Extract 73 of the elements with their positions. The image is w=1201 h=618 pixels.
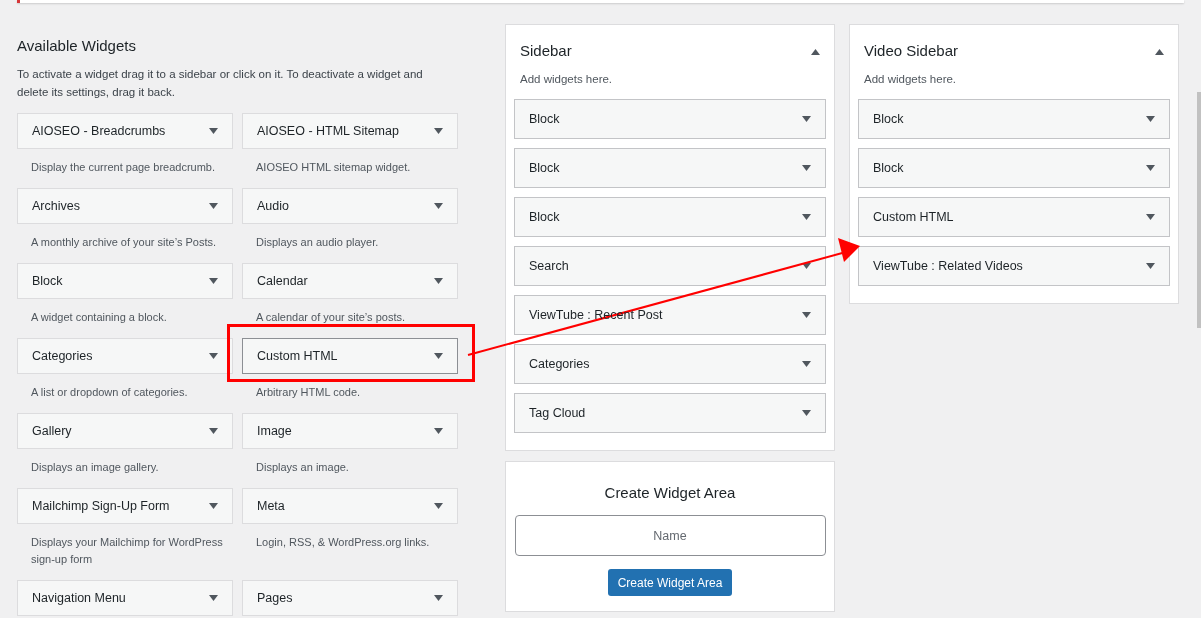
caret-icon [209, 353, 218, 359]
caret-icon [1155, 49, 1164, 55]
widget-item[interactable]: AIOSEO - Breadcrumbs [17, 113, 233, 149]
widget-description: Login, RSS, & WordPress.org links. [255, 535, 431, 550]
section-description: To activate a widget drag it to a sidebar or click on it. To deactivate a widget and delete its settings, drag it back. [17, 67, 424, 100]
widget-description: Display the current page breadcrumb. [30, 160, 217, 175]
widget-item[interactable]: Custom HTML [858, 197, 1170, 237]
caret-icon [811, 49, 820, 55]
caret-icon [434, 595, 443, 601]
widget-item[interactable]: Block [858, 99, 1170, 139]
create-widget-area-button[interactable]: Create Widget Area [607, 569, 733, 596]
caret-icon [802, 116, 811, 122]
caret-icon [802, 263, 811, 269]
widget-item[interactable]: Navigation Menu [17, 580, 233, 616]
section-title: Available Widgets [17, 37, 137, 54]
sidebar-title: Video Sidebar [864, 41, 958, 59]
caret-icon [802, 410, 811, 416]
widget-item[interactable]: Image [242, 413, 458, 449]
caret-icon [1146, 214, 1155, 220]
widget-description: Arbitrary HTML code. [255, 385, 362, 400]
caret-icon [802, 312, 811, 318]
caret-icon [209, 128, 218, 134]
widget-item[interactable]: Block [514, 99, 826, 139]
widget-item[interactable]: Meta [242, 488, 458, 524]
widget-item[interactable]: Archives [17, 188, 233, 224]
widget-item[interactable]: Calendar [242, 263, 458, 299]
caret-icon [434, 503, 443, 509]
widget-item[interactable]: Categories [514, 344, 826, 384]
widget-description: Displays an audio player. [255, 235, 380, 250]
scrollbar[interactable] [1197, 92, 1201, 328]
sidebar-title: Sidebar [520, 41, 572, 59]
widget-item[interactable]: AIOSEO - HTML Sitemap [242, 113, 458, 149]
widget-item[interactable]: ViewTube : Related Videos [858, 246, 1170, 286]
widget-item[interactable]: Block [17, 263, 233, 299]
widget-description: Displays an image. [255, 460, 350, 475]
caret-icon [209, 503, 218, 509]
widget-item[interactable]: Audio [242, 188, 458, 224]
caret-icon [802, 165, 811, 171]
widget-item[interactable]: Block [514, 148, 826, 188]
caret-icon [434, 278, 443, 284]
widget-description: A widget containing a block. [30, 310, 168, 325]
caret-icon [209, 278, 218, 284]
caret-icon [434, 428, 443, 434]
widget-item[interactable]: Gallery [17, 413, 233, 449]
widget-item[interactable]: Pages [242, 580, 458, 616]
widget-description: Displays your Mailchimp for WordPress sign-up form [30, 535, 224, 567]
caret-icon [802, 214, 811, 220]
caret-icon [209, 595, 218, 601]
name-field[interactable]: Name [514, 515, 826, 556]
caret-icon [1146, 263, 1155, 269]
caret-icon [1146, 165, 1155, 171]
caret-icon [434, 203, 443, 209]
widget-item[interactable]: Block [514, 197, 826, 237]
widget-description: A monthly archive of your site’s Posts. [30, 235, 218, 250]
widget-item[interactable]: Search [514, 246, 826, 286]
widget-item[interactable]: Tag Cloud [514, 393, 826, 433]
caret-icon [1146, 116, 1155, 122]
caret-icon [209, 203, 218, 209]
widget-item[interactable]: Mailchimp Sign-Up Form [17, 488, 233, 524]
caret-icon [434, 128, 443, 134]
widget-item[interactable]: Custom HTML [242, 338, 458, 374]
caret-icon [209, 428, 218, 434]
widget-description: Displays an image gallery. [30, 460, 160, 475]
sidebar-hint: Add widgets here. [863, 72, 958, 87]
widget-description: A calendar of your site’s posts. [255, 310, 406, 325]
caret-icon [434, 353, 443, 359]
caret-icon [802, 361, 811, 367]
widget-item[interactable]: Categories [17, 338, 233, 374]
create-area-title: Create Widget Area [604, 484, 736, 501]
widget-item[interactable]: Block [858, 148, 1170, 188]
widget-description: AIOSEO HTML sitemap widget. [255, 160, 412, 175]
widget-description: A list or dropdown of categories. [30, 385, 189, 400]
sidebar-hint: Add widgets here. [519, 72, 614, 87]
